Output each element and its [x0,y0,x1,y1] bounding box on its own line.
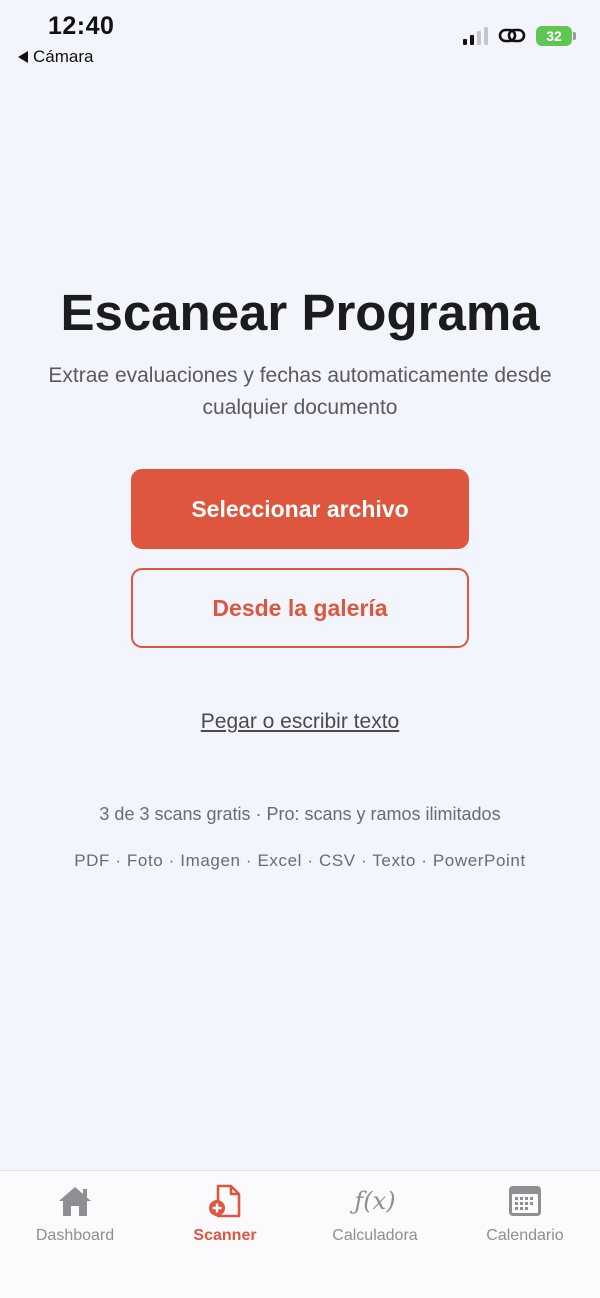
page-subtitle: Extrae evaluaciones y fechas automaticam… [48,364,552,419]
tab-dashboard-label: Dashboard [35,1227,115,1244]
back-app-label: Cámara [33,47,94,66]
tab-scanner[interactable]: Scanner [150,1183,300,1245]
document-add-icon [209,1184,241,1218]
status-time: 12:40 [48,12,115,40]
tab-scanner-label: Scanner [193,1227,257,1244]
back-to-camera-link[interactable]: Cámara [18,47,93,67]
page-title: Escanear Programa [60,284,540,341]
tab-calendario-label: Calendario [486,1227,564,1244]
tab-bar: Dashboard Scanner ƒ(x) Calculadora Calen… [0,1170,600,1298]
tab-calculadora[interactable]: ƒ(x) Calculadora [300,1183,450,1245]
tab-calculadora-label: Calculadora [332,1227,418,1244]
supported-formats-text: PDF · Foto · Imagen · Excel · CSV · Text… [74,851,526,870]
cellular-signal-icon [463,27,488,45]
calendar-icon [509,1186,541,1216]
scanner-screen: 12:40 Cámara 32 Escanear Programa Extrae… [0,0,600,1298]
battery-icon: 32 [536,26,576,46]
back-triangle-icon [18,51,28,63]
plan-info-text: 3 de 3 scans gratis · Pro: scans y ramos… [99,804,501,824]
paste-text-link[interactable]: Pegar o escribir texto [0,710,600,734]
function-icon: ƒ(x) [354,1187,396,1215]
from-gallery-button[interactable]: Desde la galería [131,568,469,648]
tab-dashboard[interactable]: Dashboard [0,1183,150,1245]
tab-calendario[interactable]: Calendario [450,1183,600,1245]
select-file-button[interactable]: Seleccionar archivo [131,469,469,549]
battery-level: 32 [546,28,562,44]
personal-hotspot-icon [498,28,526,43]
status-indicators: 32 [463,26,576,46]
home-icon [59,1187,91,1216]
